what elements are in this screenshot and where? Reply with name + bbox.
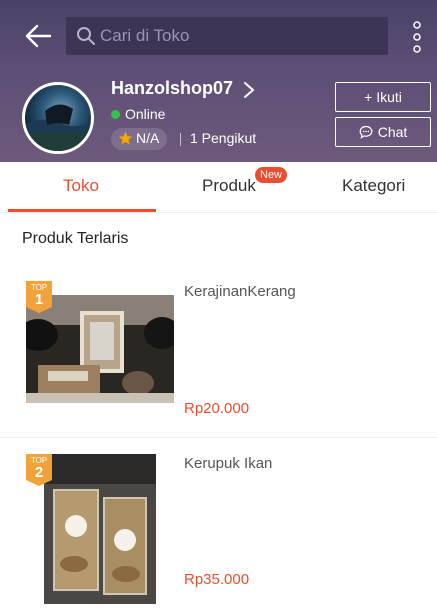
search-placeholder: Cari di Toko	[100, 26, 190, 45]
shop-header: Cari di Toko Hanzolshop07 Online N/A 1 P…	[0, 0, 437, 162]
more-vertical-icon[interactable]	[409, 20, 425, 54]
search-bar[interactable]: Cari di Toko	[66, 17, 388, 55]
follow-button[interactable]: + Ikuti	[335, 82, 431, 112]
tab-toko[interactable]: Toko	[63, 176, 99, 196]
chevron-right-icon[interactable]	[242, 80, 256, 100]
product-card[interactable]: TOP 1 KerajinanKerang Rp20.000	[0, 265, 437, 435]
tab-produk[interactable]: Produk	[202, 176, 256, 196]
online-status-dot	[111, 110, 120, 119]
shop-name[interactable]: Hanzolshop07	[111, 78, 233, 99]
star-icon	[118, 131, 133, 145]
product-image	[44, 454, 156, 604]
follow-button-label: + Ikuti	[364, 89, 402, 105]
top-badge-number: 1	[34, 291, 44, 308]
product-price: Rp35.000	[184, 571, 250, 588]
chat-button[interactable]: Chat	[335, 117, 431, 147]
chat-bubble-icon	[359, 125, 373, 139]
product-price: Rp20.000	[184, 400, 250, 417]
new-badge: New	[255, 167, 288, 183]
search-icon	[77, 27, 95, 45]
divider	[180, 133, 181, 146]
shop-avatar[interactable]	[22, 82, 94, 154]
active-tab-indicator	[8, 209, 156, 212]
online-status: Online	[125, 106, 166, 122]
back-arrow-icon[interactable]	[22, 20, 54, 52]
tab-kategori[interactable]: Kategori	[342, 176, 405, 196]
product-name: KerajinanKerang	[184, 283, 296, 300]
tab-bar: Toko Produk New Kategori	[0, 162, 437, 213]
shop-rating: N/A	[136, 130, 160, 146]
product-name: Kerupuk Ikan	[184, 455, 273, 472]
avatar-image	[25, 104, 91, 151]
product-card[interactable]: TOP 2 Kerupuk Ikan Rp35.000	[0, 437, 437, 608]
section-title: Produk Terlaris	[22, 230, 129, 247]
follower-count: 1 Pengikut	[190, 130, 257, 146]
top-badge-number: 2	[34, 464, 44, 481]
chat-button-label: Chat	[377, 124, 408, 140]
